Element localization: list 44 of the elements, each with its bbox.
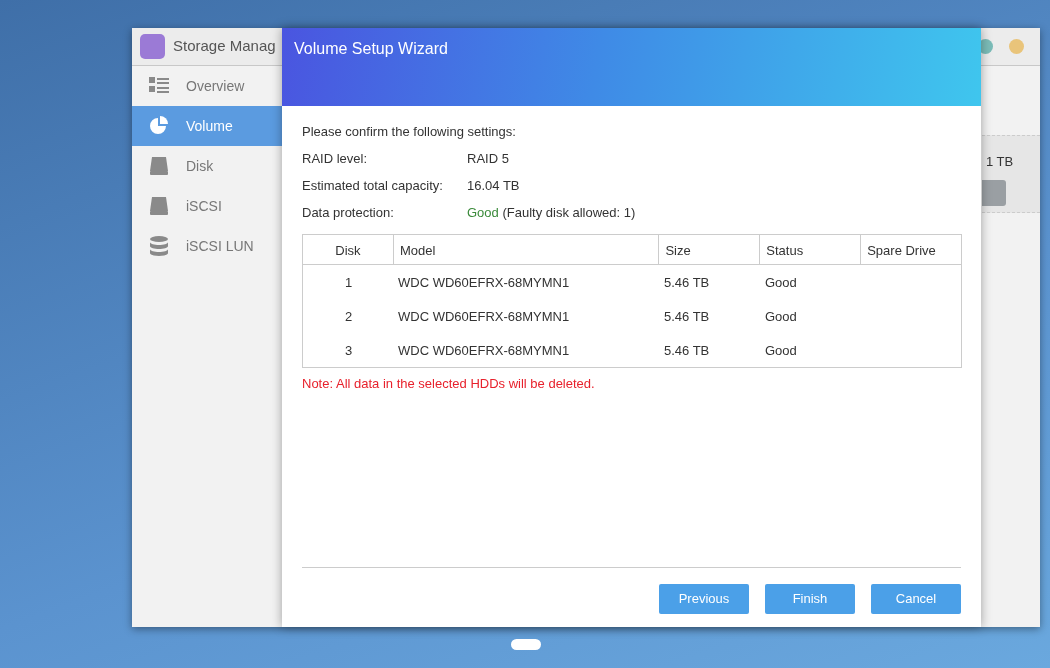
- pie-chart-icon: [148, 115, 170, 137]
- sidebar-item[interactable]: Overview: [132, 66, 282, 106]
- table-cell-text: WDC WD60EFRX-68MYMN1: [397, 274, 571, 292]
- table-cell-text: 5.46 TB: [663, 342, 711, 360]
- wizard-button[interactable]: Previous: [659, 584, 749, 614]
- column-header: Spare Drive: [866, 242, 937, 260]
- column-header: Size: [659, 235, 761, 264]
- sidebar-item[interactable]: Volume: [132, 106, 282, 146]
- setting-value: RAID 5: [467, 150, 509, 168]
- column-header: Disk: [303, 235, 394, 264]
- database-icon: [148, 235, 170, 257]
- wizard-button[interactable]: Finish: [765, 584, 855, 614]
- table-cell-text: 3: [343, 342, 354, 360]
- table-cell-text: Good: [764, 274, 798, 292]
- sidebar-item[interactable]: iSCSI LUN: [132, 226, 282, 266]
- setting-label: Data protection:: [302, 204, 395, 222]
- hard-drive-icon: [148, 155, 170, 177]
- setting-label: RAID level:: [302, 150, 369, 168]
- capacity-text: 1 TB: [986, 153, 1015, 171]
- table-cell-text: Good: [764, 342, 798, 360]
- table-cell-text: WDC WD60EFRX-68MYMN1: [397, 308, 571, 326]
- sidebar-item[interactable]: iSCSI: [132, 186, 282, 226]
- table-cell-text: Good: [764, 308, 798, 326]
- window-title: Storage Manag: [173, 36, 276, 57]
- intro-text: Please confirm the following settings:: [302, 123, 517, 141]
- table-cell-text: WDC WD60EFRX-68MYMN1: [397, 342, 571, 360]
- setting-label: Estimated total capacity:: [302, 177, 444, 195]
- table-cell-text: 5.46 TB: [663, 308, 711, 326]
- table-cell-text: 1: [343, 274, 354, 292]
- dialog-title: Volume Setup Wizard: [294, 40, 448, 57]
- setting-value: Good (Faulty disk allowed: 1): [467, 204, 636, 222]
- setting-value: 16.04 TB: [467, 177, 520, 195]
- dock-indicator[interactable]: [511, 639, 541, 650]
- app-logo-icon: [140, 34, 165, 59]
- button[interactable]: [982, 179, 1006, 206]
- hard-drive-icon: [148, 195, 170, 217]
- sidebar-item[interactable]: Disk: [132, 146, 282, 186]
- table-cell-text: 2: [343, 308, 354, 326]
- warning-note: Note: All data in the selected HDDs will be deleted.: [302, 375, 596, 393]
- table-cell-text: 5.46 TB: [663, 274, 711, 292]
- column-header: Status: [760, 235, 862, 264]
- window-control-icon[interactable]: [1009, 39, 1024, 54]
- wizard-button[interactable]: Cancel: [871, 584, 961, 614]
- column-header: Model: [393, 235, 660, 264]
